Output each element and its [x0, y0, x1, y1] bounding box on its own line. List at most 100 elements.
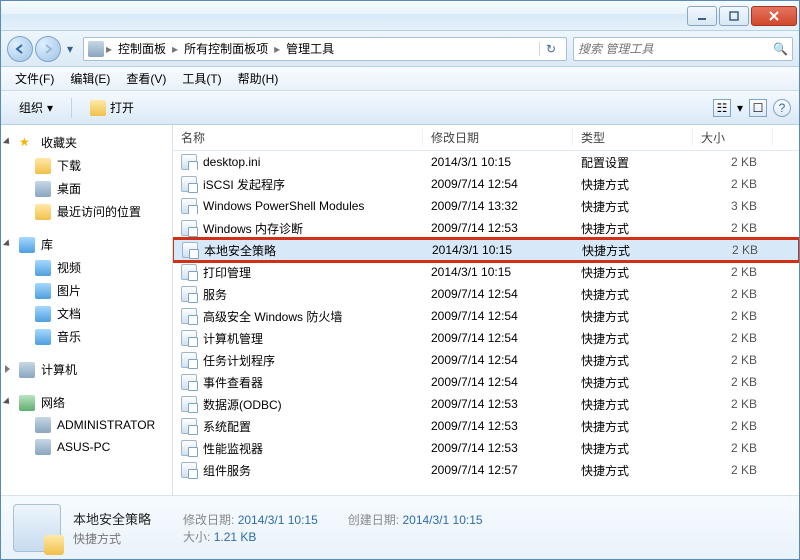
file-row[interactable]: 计算机管理2009/7/14 12:54快捷方式2 KB — [173, 327, 799, 349]
file-name: 打印管理 — [203, 264, 251, 281]
open-button[interactable]: 打开 — [80, 95, 144, 120]
menu-bar: 文件(F) 编辑(E) 查看(V) 工具(T) 帮助(H) — [1, 67, 799, 91]
file-size: 2 KB — [693, 353, 773, 367]
close-button[interactable] — [751, 6, 797, 26]
file-rows[interactable]: desktop.ini2014/3/1 10:15配置设置2 KBiSCSI 发… — [173, 151, 799, 495]
menu-edit[interactable]: 编辑(E) — [62, 68, 118, 89]
file-size: 2 KB — [693, 265, 773, 279]
file-size: 2 KB — [693, 441, 773, 455]
refresh-button[interactable]: ↻ — [539, 42, 562, 56]
file-modified: 2009/7/14 12:53 — [423, 441, 573, 455]
disclosure-icon — [3, 137, 12, 146]
breadcrumb-seg[interactable]: 控制面板 — [114, 40, 170, 57]
sidebar-item[interactable]: 文档 — [1, 302, 172, 325]
col-type[interactable]: 类型 — [573, 129, 693, 146]
sidebar-item-label: ADMINISTRATOR — [57, 418, 155, 432]
control-panel-icon — [88, 41, 104, 57]
details-icon — [13, 504, 61, 552]
titlebar — [1, 1, 799, 31]
file-row[interactable]: 本地安全策略2014/3/1 10:15快捷方式2 KB — [173, 239, 799, 261]
file-type: 快捷方式 — [573, 440, 693, 457]
menu-file[interactable]: 文件(F) — [7, 68, 62, 89]
sidebar-computer[interactable]: 计算机 — [1, 358, 172, 381]
file-size: 2 KB — [693, 177, 773, 191]
organize-button[interactable]: 组织 ▾ — [9, 95, 63, 120]
file-modified: 2009/7/14 12:54 — [423, 309, 573, 323]
details-pane: 本地安全策略 快捷方式 修改日期: 2014/3/1 10:15 大小: 1.2… — [1, 495, 799, 559]
address-bar: ▾ ▸ 控制面板 ▸ 所有控制面板项 ▸ 管理工具 ↻ 🔍 — [1, 31, 799, 67]
col-size[interactable]: 大小 — [693, 129, 773, 146]
file-row[interactable]: 数据源(ODBC)2009/7/14 12:53快捷方式2 KB — [173, 393, 799, 415]
sidebar-favorites[interactable]: ★ 收藏夹 — [1, 131, 172, 154]
search-icon[interactable]: 🔍 — [773, 42, 788, 56]
pc-icon — [35, 417, 51, 433]
sidebar-network[interactable]: 网络 — [1, 391, 172, 414]
col-name[interactable]: 名称 — [173, 129, 423, 146]
breadcrumb-seg[interactable]: 管理工具 — [282, 40, 338, 57]
sidebar-item-label: 视频 — [57, 259, 81, 276]
breadcrumb[interactable]: ▸ 控制面板 ▸ 所有控制面板项 ▸ 管理工具 ↻ — [83, 37, 567, 61]
sidebar-head-label: 网络 — [41, 394, 65, 411]
col-modified[interactable]: 修改日期 — [423, 129, 573, 146]
sidebar-libraries[interactable]: 库 — [1, 233, 172, 256]
file-name: 高级安全 Windows 防火墙 — [203, 308, 342, 325]
maximize-button[interactable] — [719, 6, 749, 26]
sidebar-item[interactable]: 视频 — [1, 256, 172, 279]
view-options-button[interactable]: ☷ — [713, 99, 731, 117]
navigation-pane[interactable]: ★ 收藏夹 下载 桌面 最近访问的位置 库 视频 图片 文档 音乐 — [1, 125, 173, 495]
file-icon — [181, 418, 197, 434]
column-headers: 名称 修改日期 类型 大小 — [173, 125, 799, 151]
file-size: 2 KB — [693, 221, 773, 235]
file-row[interactable]: Windows 内存诊断2009/7/14 12:53快捷方式2 KB — [173, 217, 799, 239]
file-row[interactable]: 系统配置2009/7/14 12:53快捷方式2 KB — [173, 415, 799, 437]
pc-icon — [35, 439, 51, 455]
file-row[interactable]: 组件服务2009/7/14 12:57快捷方式2 KB — [173, 459, 799, 481]
sidebar-item[interactable]: 最近访问的位置 — [1, 200, 172, 223]
chevron-down-icon[interactable]: ▾ — [737, 101, 743, 115]
nav-forward-button[interactable] — [35, 36, 61, 62]
sidebar-item-label: 桌面 — [57, 180, 81, 197]
file-row[interactable]: 事件查看器2009/7/14 12:54快捷方式2 KB — [173, 371, 799, 393]
file-type: 快捷方式 — [573, 396, 693, 413]
nav-back-button[interactable] — [7, 36, 33, 62]
file-type: 快捷方式 — [573, 220, 693, 237]
minimize-button[interactable] — [687, 6, 717, 26]
menu-help[interactable]: 帮助(H) — [230, 68, 287, 89]
sidebar-item[interactable]: 音乐 — [1, 325, 172, 348]
breadcrumb-seg[interactable]: 所有控制面板项 — [180, 40, 272, 57]
sidebar-item[interactable]: ADMINISTRATOR — [1, 414, 172, 436]
file-row[interactable]: 服务2009/7/14 12:54快捷方式2 KB — [173, 283, 799, 305]
chevron-right-icon: ▸ — [106, 42, 112, 56]
menu-tools[interactable]: 工具(T) — [174, 68, 229, 89]
file-row[interactable]: 打印管理2014/3/1 10:15快捷方式2 KB — [173, 261, 799, 283]
file-icon — [181, 220, 197, 236]
file-size: 2 KB — [693, 463, 773, 477]
file-type: 快捷方式 — [573, 330, 693, 347]
menu-view[interactable]: 查看(V) — [118, 68, 174, 89]
sidebar-item[interactable]: 桌面 — [1, 177, 172, 200]
sidebar-item[interactable]: 下载 — [1, 154, 172, 177]
file-type: 配置设置 — [573, 154, 693, 171]
file-name: desktop.ini — [203, 155, 260, 169]
file-row[interactable]: 性能监视器2009/7/14 12:53快捷方式2 KB — [173, 437, 799, 459]
sidebar-item-label: 最近访问的位置 — [57, 203, 141, 220]
sidebar-item[interactable]: 图片 — [1, 279, 172, 302]
file-row[interactable]: 高级安全 Windows 防火墙2009/7/14 12:54快捷方式2 KB — [173, 305, 799, 327]
file-row[interactable]: Windows PowerShell Modules2009/7/14 13:3… — [173, 195, 799, 217]
file-row[interactable]: 任务计划程序2009/7/14 12:54快捷方式2 KB — [173, 349, 799, 371]
file-row[interactable]: desktop.ini2014/3/1 10:15配置设置2 KB — [173, 151, 799, 173]
file-row[interactable]: iSCSI 发起程序2009/7/14 12:54快捷方式2 KB — [173, 173, 799, 195]
file-type: 快捷方式 — [573, 198, 693, 215]
sidebar-item-label: 音乐 — [57, 328, 81, 345]
search-input[interactable] — [578, 42, 773, 56]
file-icon — [181, 308, 197, 324]
details-size-label: 大小: — [183, 530, 210, 544]
file-name: 计算机管理 — [203, 330, 263, 347]
preview-pane-button[interactable]: ☐ — [749, 99, 767, 117]
nav-history-dropdown[interactable]: ▾ — [63, 36, 77, 62]
sidebar-item[interactable]: ASUS-PC — [1, 436, 172, 458]
sidebar-item-label: 文档 — [57, 305, 81, 322]
search-box[interactable]: 🔍 — [573, 37, 793, 61]
help-button[interactable]: ? — [773, 99, 791, 117]
toolbar: 组织 ▾ 打开 ☷ ▾ ☐ ? — [1, 91, 799, 125]
